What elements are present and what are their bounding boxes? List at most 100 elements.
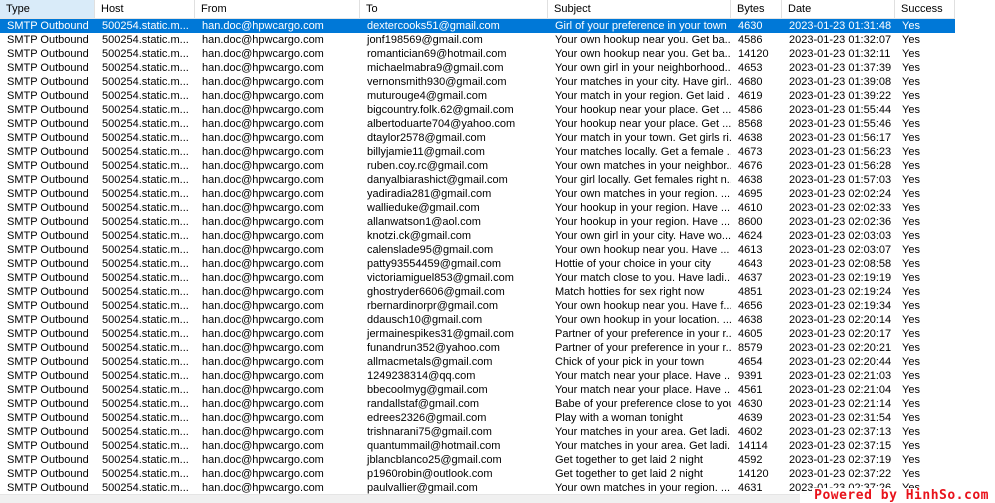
cell-type: SMTP Outbound <box>7 244 89 256</box>
table-row[interactable]: SMTP Outbound 500254.static.m... han.doc@h… <box>0 145 955 159</box>
cell-host: 500254.static.m... <box>102 216 189 228</box>
cell-type: SMTP Outbound <box>7 188 89 200</box>
table-row[interactable]: SMTP Outbound 500254.static.m... han.doc@h… <box>0 75 955 89</box>
column-header-bytes[interactable]: Bytes <box>731 0 782 18</box>
column-header-subject[interactable]: Subject <box>548 0 731 18</box>
column-header-from[interactable]: From <box>195 0 360 18</box>
cell-type: SMTP Outbound <box>7 104 89 116</box>
cell-success: Yes <box>902 174 920 186</box>
cell-subject: Your own matches in your neighbor... <box>555 160 731 172</box>
cell-host: 500254.static.m... <box>102 440 189 452</box>
cell-to: ghostryder6606@gmail.com <box>367 286 505 298</box>
cell-host: 500254.static.m... <box>102 146 189 158</box>
cell-type: SMTP Outbound <box>7 384 89 396</box>
table-row[interactable]: SMTP Outbound 500254.static.m... han.doc@h… <box>0 411 955 425</box>
cell-to: bigcountry.folk.62@gmail.com <box>367 104 514 116</box>
column-header-host[interactable]: Host <box>95 0 195 18</box>
table-row[interactable]: SMTP Outbound 500254.static.m... han.doc@h… <box>0 89 955 103</box>
cell-bytes: 4638 <box>738 314 763 326</box>
column-header-success[interactable]: Success <box>895 0 955 18</box>
cell-from: han.doc@hpwcargo.com <box>202 412 324 424</box>
table-row[interactable]: SMTP Outbound 500254.static.m... han.doc@h… <box>0 61 955 75</box>
table-row[interactable]: SMTP Outbound 500254.static.m... han.doc@h… <box>0 117 955 131</box>
table-row[interactable]: SMTP Outbound 500254.static.m... han.doc@h… <box>0 187 955 201</box>
cell-from: han.doc@hpwcargo.com <box>202 328 324 340</box>
cell-date: 2023-01-23 02:21:04 <box>789 384 892 396</box>
table-row[interactable]: SMTP Outbound 500254.static.m... han.doc@h… <box>0 439 955 453</box>
cell-date: 2023-01-23 02:19:34 <box>789 300 892 312</box>
cell-subject: Your match near your place. Have ... <box>555 384 731 396</box>
cell-host: 500254.static.m... <box>102 356 189 368</box>
table-row[interactable]: SMTP Outbound 500254.static.m... han.doc@h… <box>0 285 955 299</box>
cell-bytes: 4637 <box>738 272 763 284</box>
cell-host: 500254.static.m... <box>102 342 189 354</box>
column-header-date[interactable]: Date <box>782 0 895 18</box>
cell-bytes: 4643 <box>738 258 763 270</box>
table-row[interactable]: SMTP Outbound 500254.static.m... han.doc@h… <box>0 341 955 355</box>
cell-subject: Your matches in your area. Get ladi... <box>555 426 731 438</box>
cell-type: SMTP Outbound <box>7 90 89 102</box>
table-row[interactable]: SMTP Outbound 500254.static.m... han.doc@h… <box>0 369 955 383</box>
table-row[interactable]: SMTP Outbound 500254.static.m... han.doc@h… <box>0 215 955 229</box>
table-row[interactable]: SMTP Outbound 500254.static.m... han.doc@h… <box>0 425 955 439</box>
table-row[interactable]: SMTP Outbound 500254.static.m... han.doc@h… <box>0 355 955 369</box>
table-row[interactable]: SMTP Outbound 500254.static.m... han.doc@h… <box>0 33 955 47</box>
table-row[interactable]: SMTP Outbound 500254.static.m... han.doc@h… <box>0 173 955 187</box>
watermark-text: Powered by HinhSo.com <box>812 488 991 503</box>
cell-to: romantician69@hotmail.com <box>367 48 507 60</box>
cell-date: 2023-01-23 02:20:17 <box>789 328 892 340</box>
cell-date: 2023-01-23 02:03:07 <box>789 244 892 256</box>
cell-success: Yes <box>902 286 920 298</box>
column-header-type[interactable]: Type <box>0 0 95 18</box>
horizontal-scrollbar[interactable] <box>0 494 800 503</box>
cell-to: wallieduke@gmail.com <box>367 202 480 214</box>
table-row[interactable]: SMTP Outbound 500254.static.m... han.doc@h… <box>0 299 955 313</box>
table-row[interactable]: SMTP Outbound 500254.static.m... han.doc@h… <box>0 257 955 271</box>
column-header-to[interactable]: To <box>360 0 548 18</box>
table-row[interactable]: SMTP Outbound 500254.static.m... han.doc@h… <box>0 243 955 257</box>
cell-date: 2023-01-23 01:32:07 <box>789 34 892 46</box>
cell-success: Yes <box>902 48 920 60</box>
cell-bytes: 4613 <box>738 244 763 256</box>
message-list-view[interactable]: Type Host From To Subject Bytes Date Suc… <box>0 0 995 503</box>
cell-type: SMTP Outbound <box>7 202 89 214</box>
cell-host: 500254.static.m... <box>102 272 189 284</box>
cell-from: han.doc@hpwcargo.com <box>202 48 324 60</box>
table-row[interactable]: SMTP Outbound 500254.static.m... han.doc@h… <box>0 159 955 173</box>
cell-from: han.doc@hpwcargo.com <box>202 202 324 214</box>
table-row[interactable]: SMTP Outbound 500254.static.m... han.doc@h… <box>0 201 955 215</box>
cell-bytes: 4656 <box>738 300 763 312</box>
cell-to: danyalbiarashict@gmail.com <box>367 174 508 186</box>
table-row[interactable]: SMTP Outbound 500254.static.m... han.doc@h… <box>0 47 955 61</box>
table-row[interactable]: SMTP Outbound 500254.static.m... han.doc@h… <box>0 383 955 397</box>
table-row[interactable]: SMTP Outbound 500254.static.m... han.doc@h… <box>0 453 955 467</box>
cell-type: SMTP Outbound <box>7 34 89 46</box>
cell-subject: Your hookup near your place. Get ... <box>555 104 731 116</box>
cell-success: Yes <box>902 202 920 214</box>
cell-success: Yes <box>902 328 920 340</box>
table-row[interactable]: SMTP Outbound 500254.static.m... han.doc@h… <box>0 397 955 411</box>
cell-from: han.doc@hpwcargo.com <box>202 272 324 284</box>
cell-date: 2023-01-23 01:39:08 <box>789 76 892 88</box>
table-row[interactable]: SMTP Outbound 500254.static.m... han.doc@h… <box>0 271 955 285</box>
cell-date: 2023-01-23 02:19:24 <box>789 286 892 298</box>
cell-host: 500254.static.m... <box>102 286 189 298</box>
cell-host: 500254.static.m... <box>102 20 189 32</box>
cell-success: Yes <box>902 468 920 480</box>
cell-date: 2023-01-23 02:03:03 <box>789 230 892 242</box>
cell-success: Yes <box>902 146 920 158</box>
cell-subject: Your hookup near your place. Get ... <box>555 118 731 130</box>
cell-date: 2023-01-23 01:55:46 <box>789 118 892 130</box>
cell-success: Yes <box>902 118 920 130</box>
table-row[interactable]: SMTP Outbound 500254.static.m... han.doc@h… <box>0 103 955 117</box>
table-row[interactable]: SMTP Outbound 500254.static.m... han.doc@h… <box>0 313 955 327</box>
table-row[interactable]: SMTP Outbound 500254.static.m... han.doc@h… <box>0 229 955 243</box>
table-row[interactable]: SMTP Outbound 500254.static.m... han.doc@h… <box>0 131 955 145</box>
cell-subject: Your own girl in your city. Have wo... <box>555 230 731 242</box>
table-row[interactable]: SMTP Outbound 500254.static.m... han.doc@h… <box>0 327 955 341</box>
table-row[interactable]: SMTP Outbound 500254.static.m... han.doc@h… <box>0 467 955 481</box>
cell-type: SMTP Outbound <box>7 216 89 228</box>
table-row[interactable]: SMTP Outbound 500254.static.m... han.doc@h… <box>0 19 955 33</box>
cell-subject: Your own hookup near you. Have ... <box>555 244 730 256</box>
cell-success: Yes <box>902 34 920 46</box>
